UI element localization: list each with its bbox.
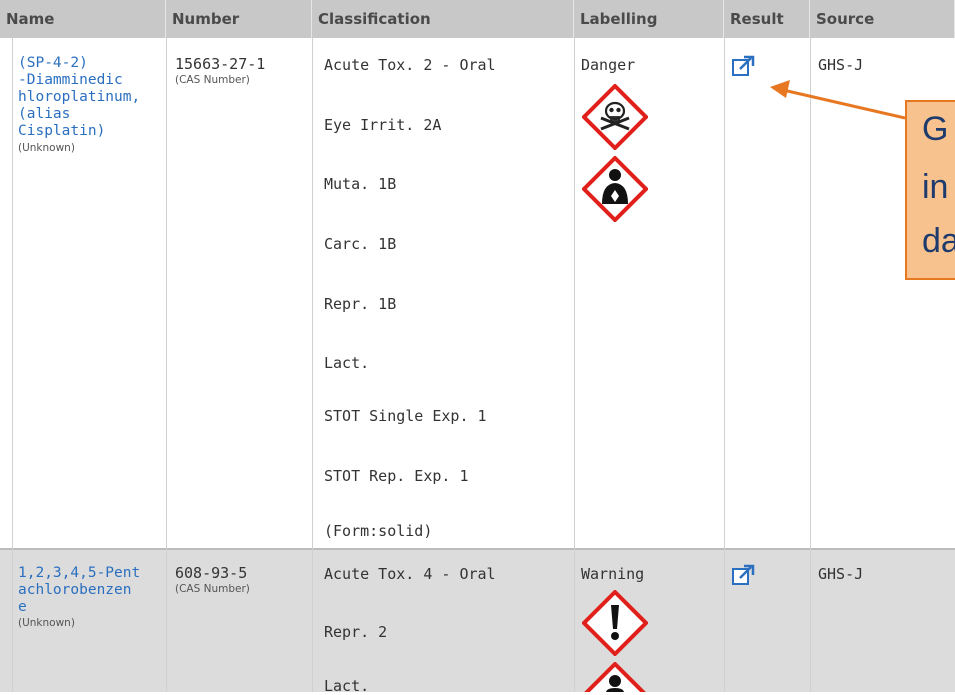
- name-line: (SP-4-2): [18, 55, 88, 71]
- source-value: GHS-J: [818, 565, 864, 583]
- column-header-classification[interactable]: Classification: [312, 0, 574, 38]
- name-line: achlorobenzen: [18, 582, 132, 598]
- external-link-icon[interactable]: [732, 564, 756, 586]
- column-divider: [312, 38, 313, 692]
- column-divider: [724, 38, 725, 692]
- column-divider: [166, 38, 167, 692]
- cas-number-note: (CAS Number): [175, 583, 250, 595]
- classification-item: Acute Tox. 2 - Oral: [324, 56, 496, 74]
- name-line: e: [18, 599, 27, 615]
- exclamation-mark-icon: [582, 590, 648, 656]
- cas-number-note: (CAS Number): [175, 74, 250, 86]
- classification-item: Lact.: [324, 354, 370, 372]
- column-divider: [12, 38, 13, 692]
- cas-number: 15663-27-1: [175, 55, 266, 73]
- name-line: -Diamminedic: [18, 72, 123, 88]
- external-link-icon[interactable]: [732, 55, 756, 77]
- classification-item: Repr. 2: [324, 623, 388, 641]
- callout-text-line: G: [922, 110, 949, 148]
- classification-item: Lact.: [324, 677, 370, 695]
- row-divider: [0, 548, 955, 550]
- classification-item: Carc. 1B: [324, 235, 397, 253]
- classification-item: Acute Tox. 4 - Oral: [324, 565, 496, 583]
- substance-name-link[interactable]: 1,2,3,4,5-Pent achlorobenzen e: [18, 565, 140, 616]
- column-header-number[interactable]: Number: [166, 0, 312, 38]
- name-line: (alias: [18, 106, 71, 122]
- name-line: Cisplatin): [18, 123, 106, 139]
- classification-item: STOT Rep. Exp. 1: [324, 467, 469, 485]
- health-hazard-icon: [582, 156, 648, 222]
- classification-item: Repr. 1B: [324, 295, 397, 313]
- classification-item: Eye Irrit. 2A: [324, 116, 442, 134]
- skull-crossbones-icon: [582, 84, 648, 150]
- callout-text-line: in: [922, 168, 949, 206]
- table-row: [0, 38, 955, 550]
- classification-item: STOT Single Exp. 1: [324, 407, 487, 425]
- name-line: 1,2,3,4,5-Pent: [18, 565, 141, 581]
- health-hazard-icon: [584, 662, 646, 692]
- substance-name-link[interactable]: (SP-4-2) -Diamminedic hloroplatinum, (al…: [18, 55, 140, 140]
- classification-item: Muta. 1B: [324, 175, 397, 193]
- column-divider: [810, 38, 811, 692]
- signal-word: Danger: [581, 56, 636, 74]
- cas-number: 608-93-5: [175, 564, 248, 582]
- column-divider: [574, 38, 575, 692]
- classification-item: (Form:solid): [324, 522, 433, 540]
- callout-text-line: da: [922, 222, 955, 260]
- name-note: (Unknown): [18, 617, 75, 629]
- column-header-labelling[interactable]: Labelling: [574, 0, 724, 38]
- column-header-name[interactable]: Name: [0, 0, 166, 38]
- signal-word: Warning: [581, 565, 645, 583]
- source-value: GHS-J: [818, 56, 864, 74]
- name-line: hloroplatinum,: [18, 89, 141, 105]
- column-header-source[interactable]: Source: [810, 0, 955, 38]
- name-note: (Unknown): [18, 142, 75, 154]
- column-header-result[interactable]: Result: [724, 0, 810, 38]
